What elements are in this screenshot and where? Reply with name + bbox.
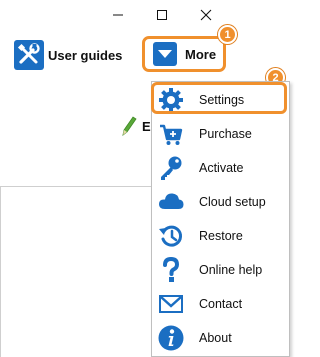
key-icon [158,155,184,181]
close-button[interactable] [195,4,217,26]
menu-item-about[interactable]: About [152,323,289,353]
envelope-icon [158,291,184,317]
cloud-icon [158,189,184,215]
more-button[interactable]: More [142,36,226,72]
menu-item-online-help[interactable]: Online help [152,255,289,285]
settings-highlight-frame [151,82,287,114]
pencil-icon [122,116,137,136]
restore-icon [158,223,184,249]
menu-item-restore[interactable]: Restore [152,221,289,251]
menu-item-activate[interactable]: Activate [152,153,289,183]
menu-item-label: Purchase [199,127,252,141]
menu-item-label: Contact [199,297,243,311]
user-guides-label: User guides [48,47,123,63]
menu-item-label: Activate [199,161,244,175]
menu-item-purchase[interactable]: Purchase [152,119,289,149]
menu-item-cloud-setup[interactable]: Cloud setup [152,187,289,217]
tools-icon [14,40,44,70]
question-icon [158,257,184,283]
content-divider [0,186,152,187]
menu-item-label: Cloud setup [199,195,266,209]
more-dropdown-menu: Settings Purchase Activate Cloud setup R… [151,81,290,357]
close-icon [200,9,212,21]
minimize-icon [113,14,123,16]
maximize-button[interactable] [151,4,173,26]
menu-item-label: About [199,331,232,345]
step-badge-1: 1 [218,25,237,44]
menu-item-contact[interactable]: Contact [152,289,289,319]
minimize-button[interactable] [107,4,129,26]
dropdown-icon [153,42,177,66]
content-left-border [0,186,1,357]
info-icon [158,325,184,351]
cart-icon [158,121,184,147]
maximize-icon [157,10,167,20]
user-guides-button[interactable]: User guides [14,40,122,70]
menu-item-label: Online help [199,263,263,277]
menu-item-label: Restore [199,229,243,243]
more-label: More [185,46,217,62]
